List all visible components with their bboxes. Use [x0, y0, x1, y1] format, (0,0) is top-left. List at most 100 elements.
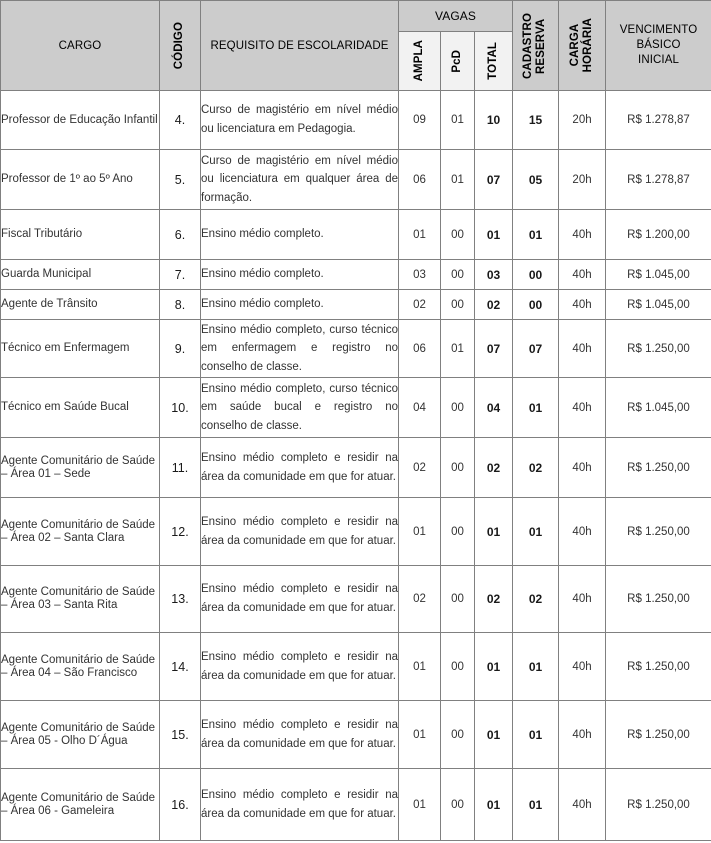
cell-vencimento: R$ 1.250,00 [605, 497, 711, 566]
header-total: TOTAL [473, 31, 514, 91]
cell-pcd: 00 [440, 437, 475, 498]
cell-codigo: 12. [159, 497, 201, 566]
cell-requisito: Ensino médio completo. [200, 209, 399, 260]
cell-carga-horaria: 40h [558, 209, 607, 260]
cell-codigo: 16. [159, 768, 201, 841]
header-pcd: PcD [440, 31, 475, 91]
cell-carga-horaria: 40h [558, 632, 607, 701]
cell-requisito: Ensino médio completo, curso técnico em … [200, 377, 399, 438]
cell-requisito: Ensino médio completo e residir na área … [200, 497, 399, 566]
table-row: Técnico em Enfermagem 9. Ensino médio comp… [0, 319, 711, 378]
cell-ampla: 01 [398, 768, 441, 841]
cell-pcd: 01 [440, 90, 475, 150]
cell-cadastro-reserva: 01 [512, 768, 560, 841]
header-cadastro-reserva-label: CADASTRO RESERVA [522, 12, 548, 79]
cell-cargo: Agente Comunitário de Saúde – Área 02 – … [0, 497, 160, 566]
cell-vencimento: R$ 1.045,00 [605, 377, 711, 438]
cell-cadastro-reserva: 01 [512, 209, 560, 260]
cell-cadastro-reserva: 15 [512, 90, 560, 150]
cell-total: 01 [473, 209, 514, 260]
table-row: Agente Comunitário de Saúde – Área 02 – … [0, 497, 711, 566]
cell-cadastro-reserva: 02 [512, 565, 560, 633]
cell-cargo: Técnico em Saúde Bucal [0, 377, 160, 438]
cell-cargo: Agente Comunitário de Saúde – Área 06 - … [0, 768, 160, 841]
table-row: Agente de Trânsito 8. Ensino médio complet… [0, 289, 711, 320]
cell-cargo: Professor de 1º ao 5º Ano [0, 149, 160, 210]
cell-codigo: 9. [159, 319, 201, 378]
cell-requisito: Ensino médio completo e residir na área … [200, 437, 399, 498]
cell-vencimento: R$ 1.250,00 [605, 700, 711, 769]
cell-requisito: Curso de magistério em nível médio ou li… [200, 149, 399, 210]
cell-pcd: 00 [440, 377, 475, 438]
header-total-label: TOTAL [486, 42, 499, 80]
cell-ampla: 03 [398, 259, 441, 290]
cell-pcd: 00 [440, 259, 475, 290]
cell-vencimento: R$ 1.045,00 [605, 259, 711, 290]
cell-total: 02 [473, 289, 514, 320]
cell-pcd: 00 [440, 700, 475, 769]
cell-codigo: 7. [159, 259, 201, 290]
table-row: Fiscal Tributário 6. Ensino médio completo… [0, 209, 711, 260]
table-row: Técnico em Saúde Bucal 10. Ensino médio co… [0, 377, 711, 438]
cell-carga-horaria: 40h [558, 259, 607, 290]
cell-total: 10 [473, 90, 514, 150]
cell-total: 01 [473, 497, 514, 566]
header-codigo: CÓDIGO [159, 0, 201, 91]
cell-total: 07 [473, 319, 514, 378]
cell-total: 07 [473, 149, 514, 210]
cell-requisito: Ensino médio completo, curso técnico em … [200, 319, 399, 378]
header-cargo: CARGO [0, 0, 160, 91]
cell-carga-horaria: 40h [558, 768, 607, 841]
header-ampla-label: AMPLA [412, 40, 425, 82]
cargos-table: CARGO CÓDIGO REQUISITO DE ESCOLARIDADE V… [0, 0, 711, 841]
cell-total: 01 [473, 768, 514, 841]
cell-ampla: 04 [398, 377, 441, 438]
cell-cargo: Fiscal Tributário [0, 209, 160, 260]
cell-vencimento: R$ 1.250,00 [605, 768, 711, 841]
header-codigo-label: CÓDIGO [173, 21, 186, 70]
cell-pcd: 00 [440, 497, 475, 566]
cell-carga-horaria: 20h [558, 149, 607, 210]
cell-ampla: 01 [398, 632, 441, 701]
cell-codigo: 14. [159, 632, 201, 701]
cell-ampla: 09 [398, 90, 441, 150]
table-row: Agente Comunitário de Saúde – Área 01 – … [0, 437, 711, 498]
header-requisito: REQUISITO DE ESCOLARIDADE [200, 0, 399, 91]
cell-carga-horaria: 40h [558, 437, 607, 498]
cell-carga-horaria: 40h [558, 377, 607, 438]
cell-ampla: 02 [398, 565, 441, 633]
cell-ampla: 01 [398, 497, 441, 566]
cell-requisito: Ensino médio completo e residir na área … [200, 565, 399, 633]
cell-cadastro-reserva: 01 [512, 700, 560, 769]
table-row: Agente Comunitário de Saúde – Área 04 – … [0, 632, 711, 701]
cell-codigo: 10. [159, 377, 201, 438]
cell-cadastro-reserva: 01 [512, 632, 560, 701]
cell-total: 03 [473, 259, 514, 290]
cell-carga-horaria: 40h [558, 565, 607, 633]
table-row: Guarda Municipal 7. Ensino médio completo.… [0, 259, 711, 290]
cell-pcd: 00 [440, 632, 475, 701]
cargos-table-container: CARGO CÓDIGO REQUISITO DE ESCOLARIDADE V… [0, 0, 711, 841]
cell-codigo: 8. [159, 289, 201, 320]
table-body: Professor de Educação Infantil 4. Curso de… [0, 90, 711, 841]
cell-requisito: Ensino médio completo e residir na área … [200, 632, 399, 701]
header-cadastro-reserva: CADASTRO RESERVA [512, 0, 560, 91]
cell-cargo: Agente Comunitário de Saúde – Área 04 – … [0, 632, 160, 701]
cell-codigo: 4. [159, 90, 201, 150]
cell-pcd: 00 [440, 209, 475, 260]
cell-vencimento: R$ 1.250,00 [605, 565, 711, 633]
cell-requisito: Ensino médio completo e residir na área … [200, 768, 399, 841]
cell-cadastro-reserva: 00 [512, 259, 560, 290]
table-row: Agente Comunitário de Saúde – Área 05 - … [0, 700, 711, 769]
cell-codigo: 15. [159, 700, 201, 769]
cell-carga-horaria: 40h [558, 289, 607, 320]
cell-cadastro-reserva: 01 [512, 377, 560, 438]
cell-ampla: 02 [398, 289, 441, 320]
cell-codigo: 13. [159, 565, 201, 633]
cell-cargo: Agente Comunitário de Saúde – Área 03 – … [0, 565, 160, 633]
cell-cargo: Técnico em Enfermagem [0, 319, 160, 378]
header-pcd-label: PcD [450, 49, 463, 73]
header-ampla: AMPLA [398, 31, 441, 91]
header-carga-horaria-label: CARGA HORÁRIA [568, 18, 595, 73]
cell-pcd: 00 [440, 565, 475, 633]
